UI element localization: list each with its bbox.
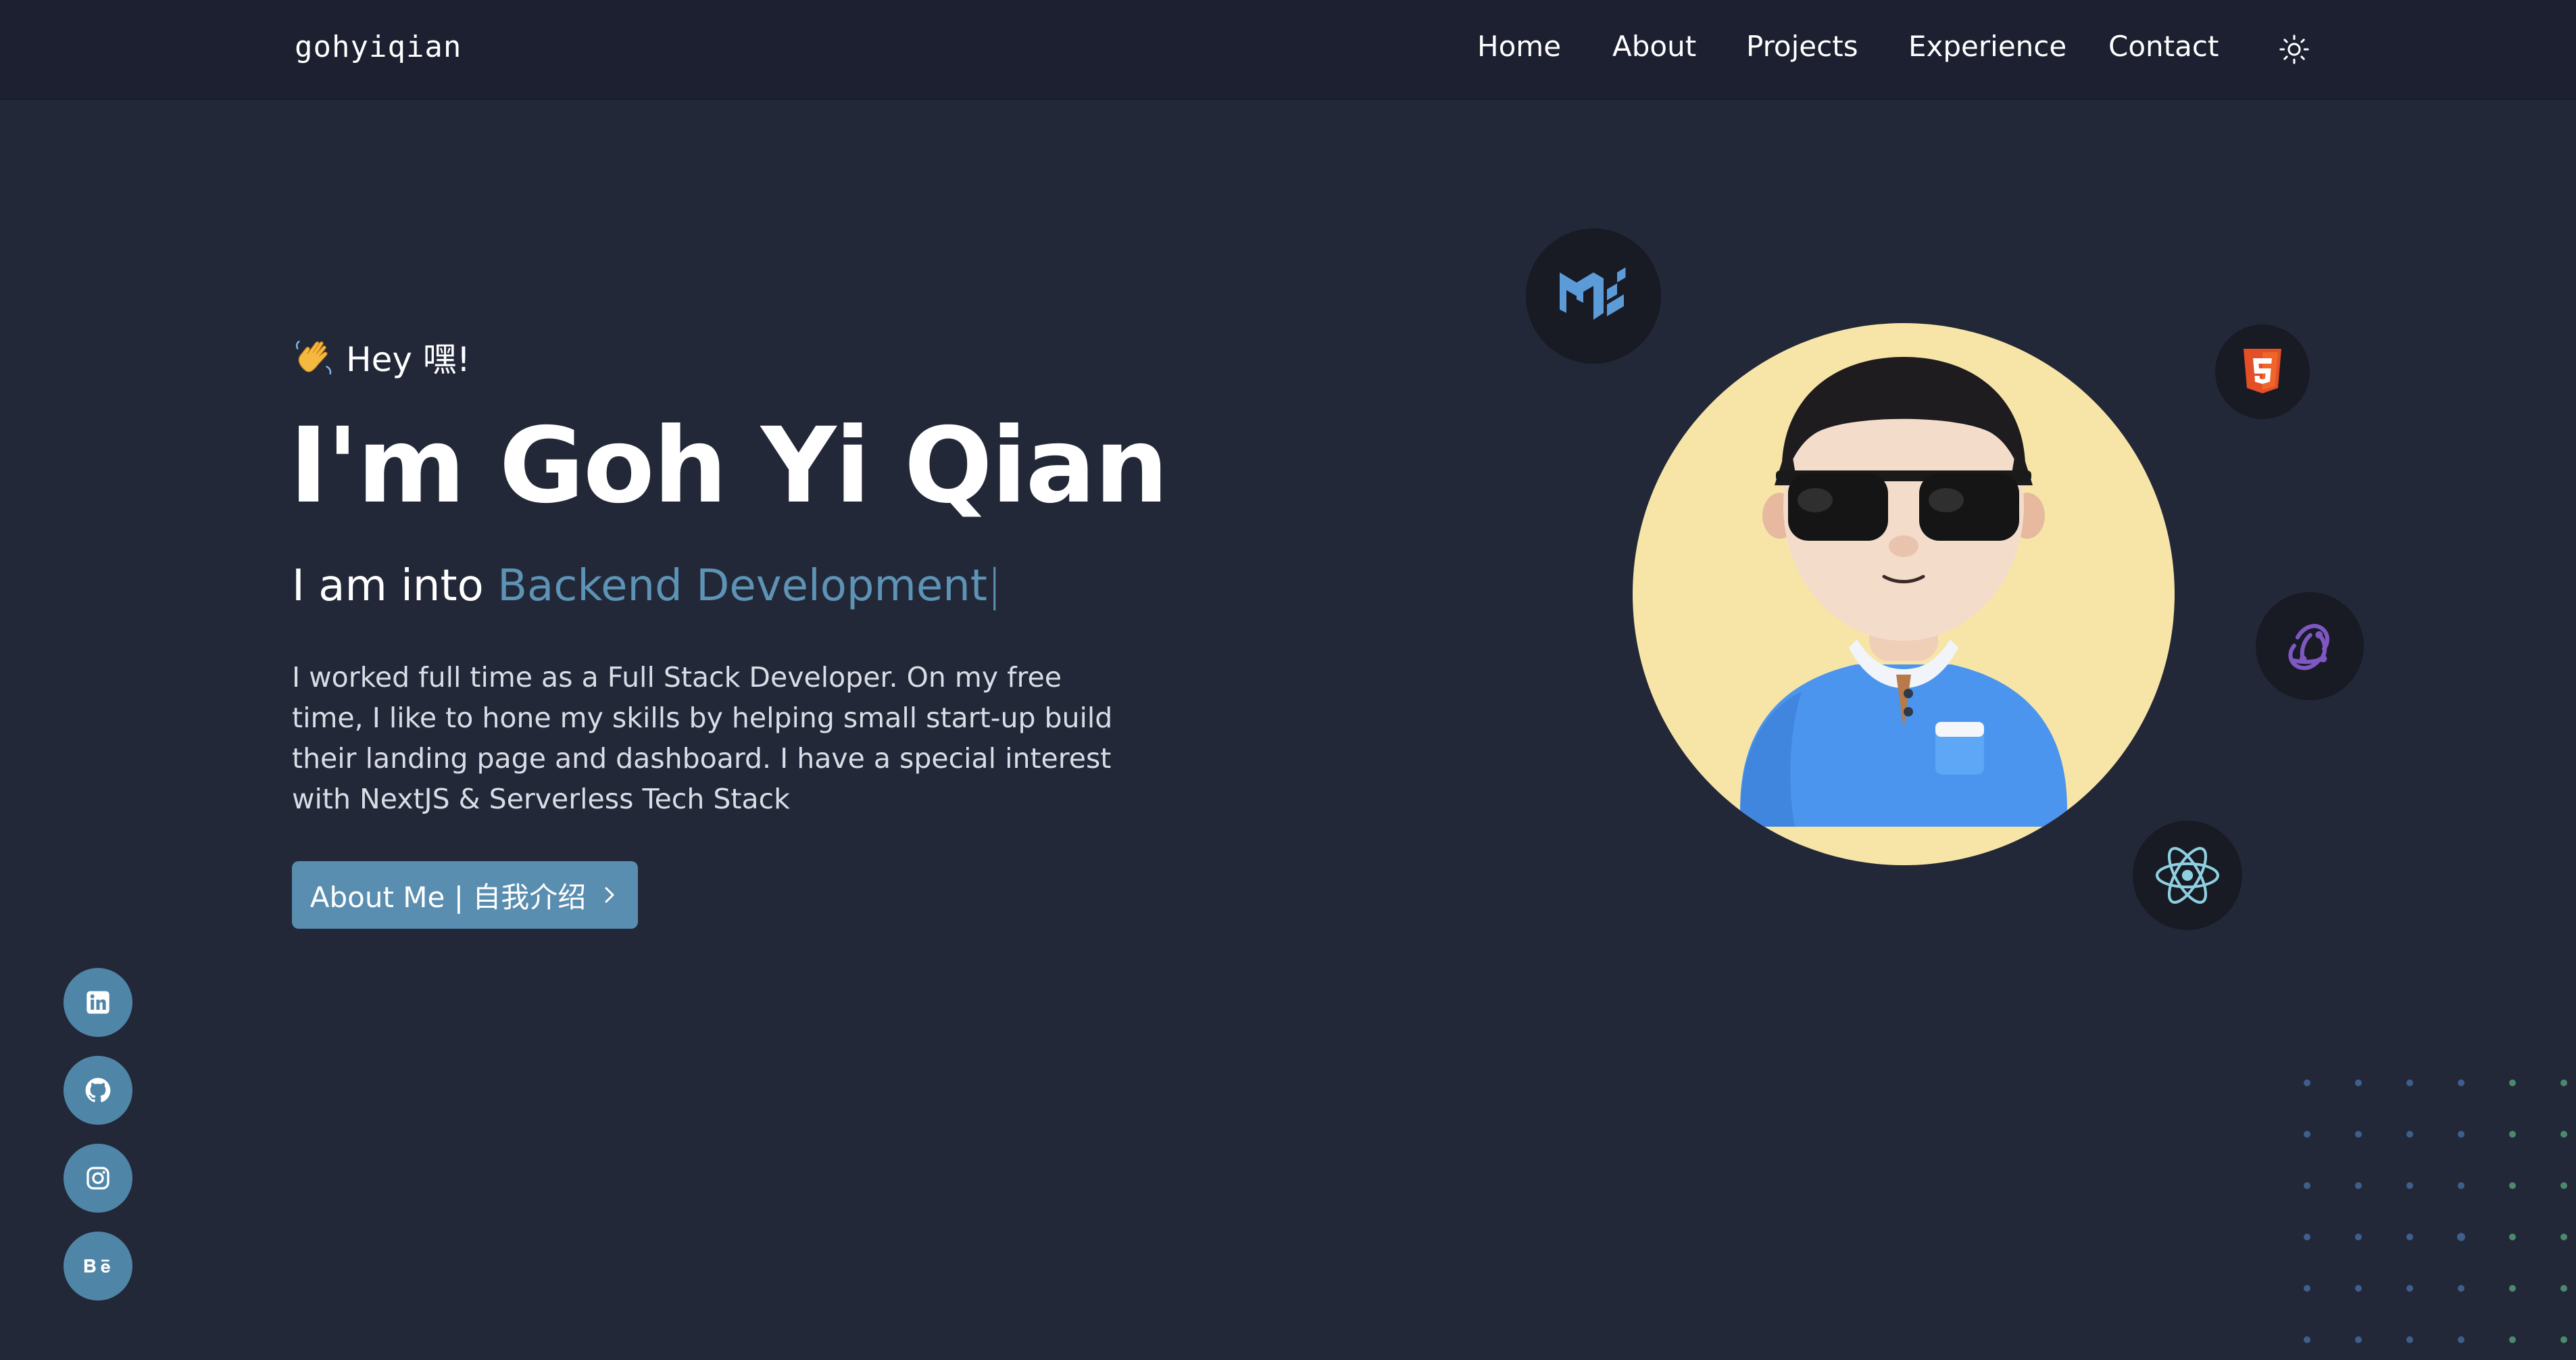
linkedin-link[interactable] [64, 968, 132, 1037]
decorative-dot [2560, 1079, 2567, 1086]
decorative-dot [2560, 1234, 2567, 1240]
nav-projects[interactable]: Projects [1746, 30, 1858, 63]
decorative-dot [2355, 1131, 2362, 1138]
behance-icon [84, 1259, 110, 1273]
avatar [1633, 323, 2175, 865]
decorative-dot [2304, 1079, 2310, 1086]
nav-contact[interactable]: Contact [2108, 30, 2219, 63]
instagram-link[interactable] [64, 1144, 132, 1213]
tagline-prefix: I am into [292, 561, 498, 611]
behance-link[interactable] [64, 1232, 132, 1301]
decorative-dot [2406, 1131, 2413, 1138]
sun-icon[interactable] [2279, 34, 2310, 65]
decorative-dot [2509, 1285, 2516, 1292]
decorative-dot [2458, 1182, 2464, 1189]
decorative-dot [2304, 1182, 2310, 1189]
decorative-dot [2458, 1131, 2464, 1138]
decorative-dot [2304, 1131, 2310, 1138]
redux-icon [2256, 592, 2364, 700]
decorative-dot [2457, 1233, 2465, 1241]
decorative-dot [2304, 1234, 2310, 1240]
chevron-right-icon [605, 887, 614, 903]
decorative-dot [2509, 1131, 2516, 1138]
site-brand[interactable]: gohyiqian [295, 30, 462, 64]
decorative-dot [2355, 1336, 2362, 1343]
decorative-dot [2560, 1182, 2567, 1189]
tagline-role: Backend Development [497, 561, 987, 611]
github-link[interactable] [64, 1056, 132, 1125]
about-me-button[interactable]: About Me | 自我介绍 [292, 861, 638, 929]
decorative-dot [2406, 1336, 2413, 1343]
hero-title: I'm Goh Yi Qian [289, 406, 1168, 527]
decorative-dot [2560, 1336, 2567, 1343]
decorative-dot [2509, 1336, 2516, 1343]
decorative-dot [2560, 1131, 2567, 1138]
decorative-dot [2458, 1079, 2464, 1086]
decorative-dot [2509, 1234, 2516, 1240]
instagram-icon [86, 1167, 109, 1190]
decorative-dot [2406, 1234, 2413, 1240]
decorative-dot [2355, 1285, 2362, 1292]
decorative-dot [2458, 1336, 2464, 1343]
nav-experience[interactable]: Experience [1908, 30, 2066, 63]
decorative-dot [2458, 1285, 2464, 1292]
waving-hand-icon [295, 341, 332, 374]
decorative-dot [2406, 1182, 2413, 1189]
decorative-dot [2560, 1285, 2567, 1292]
greeting-text: Hey 嘿! [346, 340, 470, 379]
hero-tagline: I am into Backend Development| [292, 561, 1001, 611]
decorative-dot [2355, 1234, 2362, 1240]
nav-about[interactable]: About [1612, 30, 1696, 63]
material-ui-icon [1526, 228, 1661, 364]
decorative-dot [2355, 1182, 2362, 1189]
about-me-label: About Me | 自我介绍 [309, 880, 587, 914]
decorative-dot [2355, 1079, 2362, 1086]
react-icon [2133, 821, 2242, 930]
decorative-dot [2406, 1079, 2413, 1086]
dot-grid-decoration [2304, 1079, 2567, 1343]
linkedin-icon [86, 991, 109, 1014]
decorative-dot [2509, 1079, 2516, 1086]
page: gohyiqian Home About Projects Experience… [0, 0, 2576, 1360]
hero-intro: I worked full time as a Full Stack Devel… [292, 661, 1113, 815]
nav-home[interactable]: Home [1477, 30, 1561, 63]
greeting: Hey 嘿! [292, 333, 470, 381]
decorative-dot [2304, 1336, 2310, 1343]
top-navbar: gohyiqian Home About Projects Experience… [0, 0, 2576, 100]
typing-caret: | [987, 561, 1002, 611]
decorative-dot [2509, 1182, 2516, 1189]
github-icon [85, 1077, 111, 1102]
decorative-dot [2406, 1285, 2413, 1292]
decorative-dot [2304, 1285, 2310, 1292]
html5-icon [2215, 324, 2310, 419]
